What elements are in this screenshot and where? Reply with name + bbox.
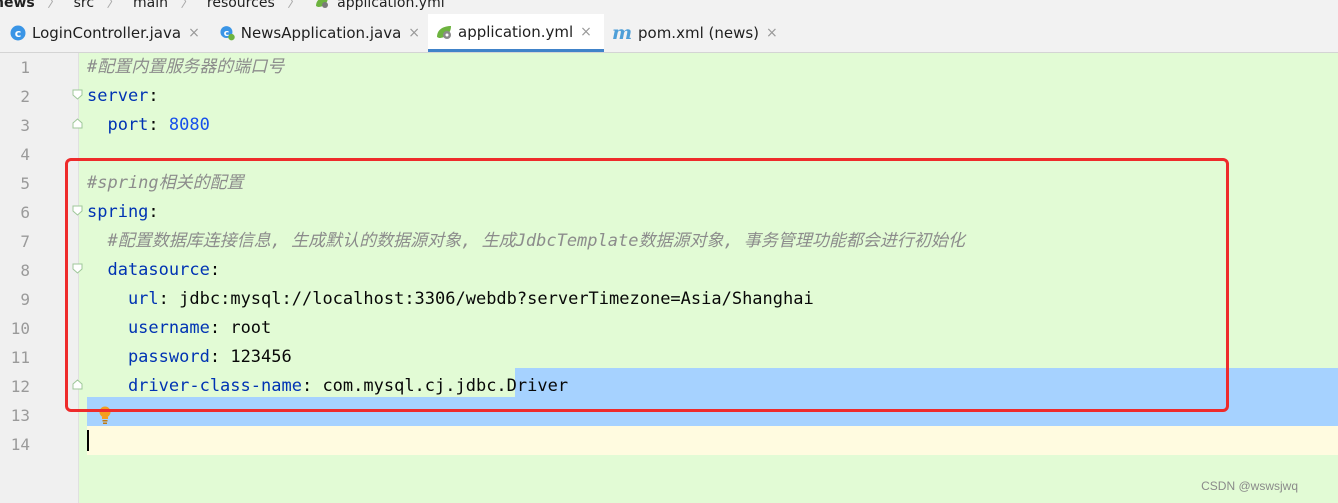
line-number: 12: [10, 377, 30, 396]
tab-pom-xml[interactable]: m pom.xml (news) ×: [612, 14, 782, 52]
annotation-highlight-box: [65, 158, 1229, 412]
line-number: 13: [10, 406, 30, 425]
line-number: 11: [10, 348, 30, 367]
breadcrumb-item-file[interactable]: application.yml: [337, 0, 445, 10]
spring-config-icon: [437, 25, 451, 39]
tab-label: NewsApplication.java: [240, 24, 402, 42]
yaml-comment: #配置内置服务器的端口号: [87, 57, 285, 77]
code-line-1[interactable]: 1 #配置内置服务器的端口号: [0, 53, 1338, 82]
breadcrumb-item-src[interactable]: src: [74, 0, 94, 10]
text-caret: [87, 430, 89, 451]
line-number: 6: [20, 203, 30, 222]
breadcrumb-separator-icon: 〉: [287, 0, 302, 11]
tab-label: LoginController.java: [32, 24, 182, 42]
code-line-14[interactable]: 14: [0, 430, 1338, 459]
yaml-key: port: [87, 115, 149, 135]
close-icon[interactable]: ×: [766, 25, 778, 41]
close-icon[interactable]: ×: [188, 25, 200, 41]
line-number: 5: [20, 174, 30, 193]
class-icon: c: [10, 25, 26, 41]
line-number: 3: [20, 116, 30, 135]
breadcrumb-item-main[interactable]: main: [133, 0, 168, 10]
code-line-3[interactable]: 3 port: 8080: [0, 111, 1338, 140]
line-number: 7: [20, 232, 30, 251]
breadcrumb: news 〉 src 〉 main 〉 resources 〉 applicat…: [0, 0, 1338, 14]
tab-login-controller[interactable]: c LoginController.java ×: [10, 14, 212, 52]
maven-icon: m: [612, 22, 633, 44]
code-line-2[interactable]: 2 server:: [0, 82, 1338, 111]
close-icon[interactable]: ×: [408, 25, 420, 41]
close-icon[interactable]: ×: [580, 24, 592, 40]
breadcrumb-separator-icon: 〉: [180, 0, 195, 11]
line-number: 14: [10, 435, 30, 454]
line-number: 10: [10, 319, 30, 338]
yaml-value: 8080: [168, 115, 210, 135]
fold-end-icon[interactable]: [72, 118, 83, 129]
tab-label: pom.xml (news): [638, 24, 760, 42]
spring-config-icon: [315, 0, 328, 8]
line-number: 2: [20, 87, 30, 106]
breadcrumb-item-resources[interactable]: resources: [207, 0, 275, 10]
yaml-key: server: [87, 86, 149, 106]
line-number: 1: [20, 58, 30, 77]
watermark: CSDN @wswsjwq: [1201, 479, 1298, 493]
yaml-colon: :: [148, 86, 159, 106]
editor-tab-bar: c LoginController.java × c NewsApplicati…: [0, 14, 1338, 53]
yaml-colon: :: [148, 115, 159, 135]
fold-start-icon[interactable]: [72, 89, 83, 100]
line-number: 4: [20, 145, 30, 164]
breadcrumb-separator-icon: 〉: [106, 0, 121, 11]
breadcrumb-separator-icon: 〉: [47, 0, 62, 11]
svg-text:c: c: [15, 27, 22, 40]
tab-news-application[interactable]: c NewsApplication.java ×: [220, 14, 420, 52]
spring-class-icon: c: [220, 26, 235, 41]
tab-application-yml[interactable]: application.yml ×: [428, 14, 604, 52]
tab-label: application.yml: [458, 22, 574, 41]
breadcrumb-item-project[interactable]: news: [0, 0, 35, 10]
line-number: 9: [20, 290, 30, 309]
line-number: 8: [20, 261, 30, 280]
